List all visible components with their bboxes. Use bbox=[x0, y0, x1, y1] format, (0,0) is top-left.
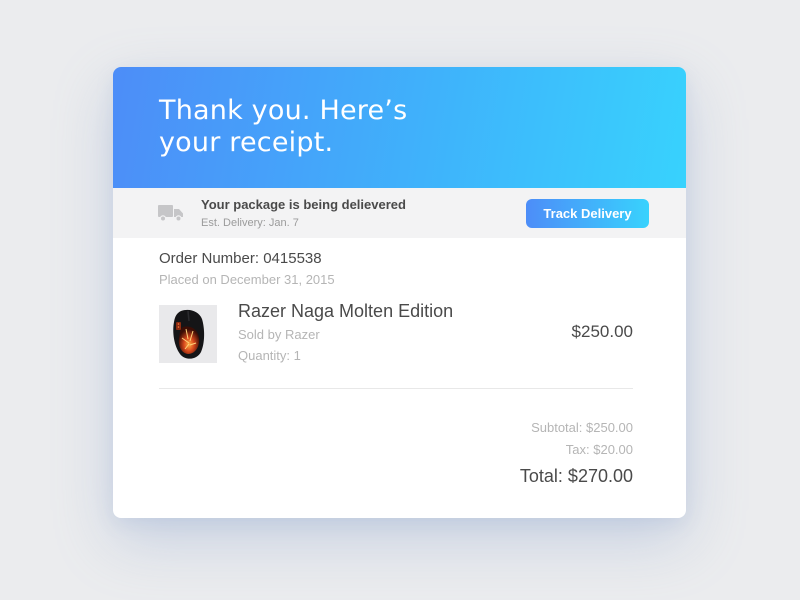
product-price: $250.00 bbox=[571, 322, 633, 341]
product-name: Razer Naga Molten Edition bbox=[238, 301, 454, 321]
order-number: Order Number: 0415538 bbox=[159, 250, 322, 267]
product-quantity: Quantity: 1 bbox=[238, 348, 301, 363]
order-date: Placed on December 31, 2015 bbox=[159, 272, 335, 287]
total: Total: $270.00 bbox=[519, 466, 633, 486]
product-seller: Sold by Razer bbox=[238, 327, 320, 342]
truck-icon bbox=[158, 204, 184, 222]
product-image bbox=[159, 305, 217, 363]
divider bbox=[159, 388, 633, 389]
tax: Tax: $20.00 bbox=[565, 442, 633, 457]
delivery-estimate: Est. Delivery: Jan. 7 bbox=[201, 217, 299, 229]
receipt-card: Thank you. Here’s your receipt. Your pac… bbox=[113, 67, 686, 518]
page-title: Thank you. Here’s your receipt. bbox=[159, 95, 408, 158]
receipt-header: Thank you. Here’s your receipt. bbox=[113, 67, 686, 188]
subtotal: Subtotal: $250.00 bbox=[531, 420, 633, 435]
track-delivery-button[interactable]: Track Delivery bbox=[526, 199, 649, 228]
delivery-status-bar: Your package is being delievered Est. De… bbox=[113, 188, 686, 238]
delivery-status: Your package is being delievered bbox=[201, 197, 406, 212]
